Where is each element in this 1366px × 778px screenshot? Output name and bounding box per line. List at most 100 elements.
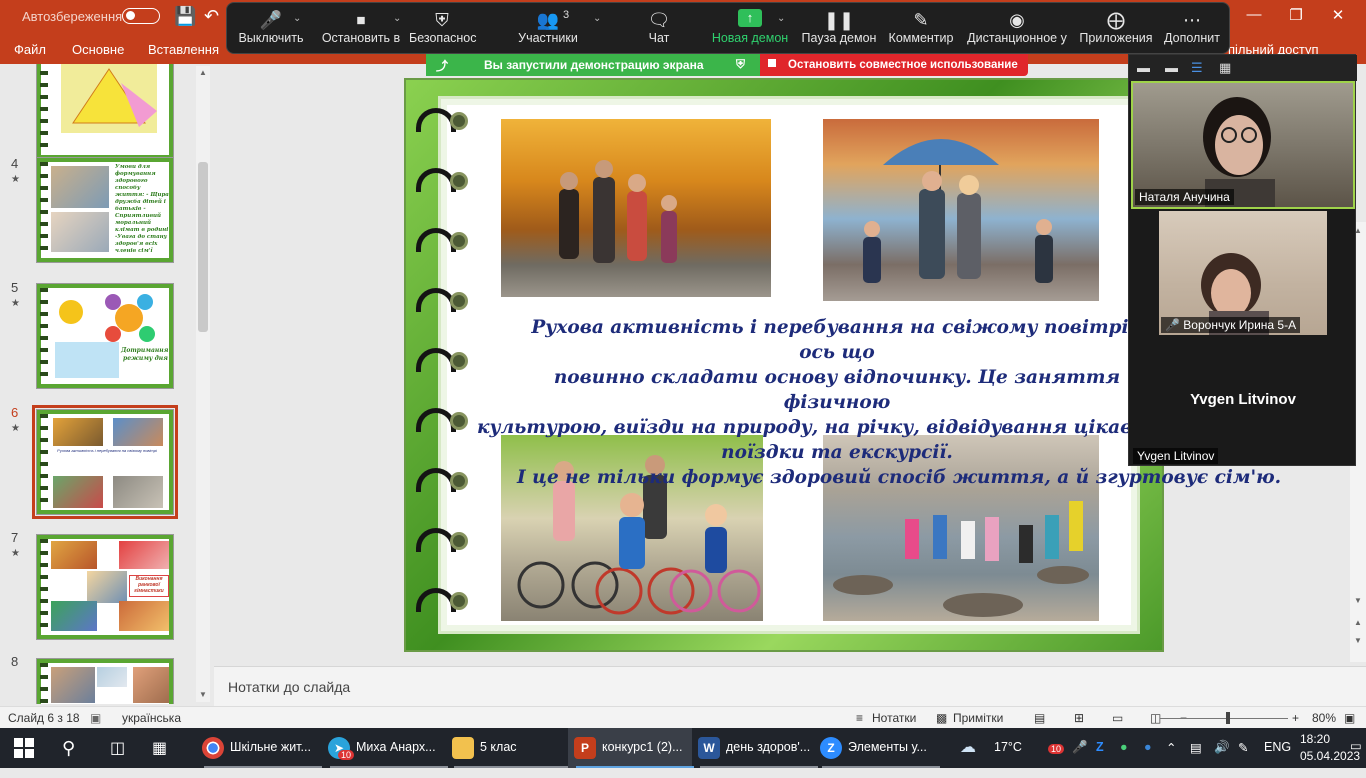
weather-temperature[interactable]: 17°C — [994, 740, 1022, 754]
tab-insert[interactable]: Вставлення — [148, 42, 219, 57]
video-tile-vorontchuk[interactable]: 🎤 Ворончук Ирина 5-А — [1159, 211, 1327, 335]
stop-sharing-button[interactable]: Остановить совместное использование — [760, 54, 1028, 76]
calculator-icon[interactable]: ▦ — [152, 738, 167, 778]
chevron-up-icon[interactable]: ⌃ — [1166, 740, 1176, 755]
taskbar-app-folder[interactable]: 5 клас — [446, 728, 572, 768]
chevron-down-icon[interactable]: ⌄ — [293, 13, 301, 24]
restore-window-icon[interactable]: ❐ — [1276, 6, 1316, 24]
video-tile-natalia[interactable]: Наталя Анучина — [1131, 81, 1355, 209]
comments-button[interactable]: Примітки — [953, 711, 1003, 725]
taskbar-app-powerpoint[interactable]: P конкурс1 (2)... — [568, 728, 694, 768]
photo — [53, 418, 103, 446]
chevron-down-icon[interactable]: ⌄ — [777, 13, 785, 24]
zoom-slider-track[interactable] — [1160, 718, 1288, 719]
search-icon[interactable]: ⚲ — [62, 738, 75, 778]
notes-pane[interactable]: Нотатки до слайда — [214, 666, 1366, 706]
transition-star-icon: ★ — [11, 423, 20, 434]
pen-icon[interactable]: ✎ — [1238, 740, 1248, 755]
save-icon[interactable]: 💾 — [174, 6, 196, 27]
notifications-icon[interactable]: ▭ — [1350, 738, 1362, 753]
taskbar-app-zoom[interactable]: Z Элементы у... — [814, 728, 940, 768]
microphone-tray-icon[interactable]: 🎤 — [1072, 740, 1088, 755]
volume-icon[interactable]: 🔊 — [1214, 740, 1230, 755]
tab-home[interactable]: Основне — [72, 42, 124, 57]
slide-thumbnail-7[interactable]: Виконання ранкової гімнастики — [36, 534, 174, 640]
minimize-window-icon[interactable]: — — [1234, 6, 1274, 23]
clock-time[interactable]: 18:20 — [1300, 732, 1330, 746]
slide-number-active: 6 — [11, 405, 19, 420]
slide-thumbnail-8[interactable] — [36, 658, 174, 704]
zoom-meeting-toolbar: 🎤 Выключить ⌄ ⏹ Остановить в ⌄ ⛨ Безопас… — [226, 2, 1230, 54]
notes-placeholder[interactable]: Нотатки до слайда — [228, 679, 350, 695]
taskbar-app-telegram[interactable]: ➤ 10 Миха Анарх... — [322, 728, 448, 768]
transition-star-icon: ★ — [11, 174, 20, 185]
family-figures — [559, 160, 677, 263]
app-tray-icon[interactable]: ● — [1120, 740, 1128, 754]
thumbnail-text: Виконання ранкової гімнастики — [129, 575, 169, 597]
slide-body-text[interactable]: Рухова активність і перебування на свіжо… — [477, 315, 1281, 490]
tab-file[interactable]: Файл — [14, 42, 46, 57]
pause-icon: ❚❚ — [823, 10, 855, 30]
taskbar-app-chrome[interactable]: Шкільне жит... — [196, 728, 322, 768]
minimize-panel-icon[interactable]: ▬ — [1137, 60, 1150, 75]
speaker-view-icon[interactable]: ☰ — [1191, 60, 1203, 76]
input-language[interactable]: ENG — [1264, 740, 1291, 754]
remote-control-button[interactable]: ◉ Дистанционное у — [965, 3, 1069, 55]
zoom-tray-icon[interactable]: Z — [1096, 740, 1104, 754]
reading-view-icon[interactable]: ▭ — [1112, 711, 1123, 725]
notes-button[interactable]: Нотатки — [872, 711, 916, 725]
chat-tray-icon[interactable]: ● — [1144, 740, 1152, 754]
previous-slide-icon[interactable]: ▲ — [1354, 618, 1362, 627]
autosave-toggle[interactable] — [122, 8, 160, 24]
network-icon[interactable]: ▤ — [1190, 740, 1202, 755]
accessibility-icon[interactable]: ▣ — [90, 711, 101, 725]
fit-to-window-icon[interactable]: ▣ — [1344, 711, 1355, 725]
more-button[interactable]: ⋯ Дополнит — [1159, 3, 1225, 55]
slide-sorter-icon[interactable]: ⊞ — [1074, 711, 1084, 725]
scroll-up-icon[interactable]: ▲ — [199, 68, 207, 77]
slide-thumbnail-3[interactable] — [36, 64, 174, 160]
taskbar-app-word[interactable]: W день здоров'... — [692, 728, 818, 768]
slide-number: 5 — [11, 280, 19, 295]
windows-start-icon[interactable] — [14, 738, 34, 758]
slide-thumbnail-5[interactable]: Дотримання режиму дня — [36, 283, 174, 389]
spiral-ring — [416, 468, 468, 494]
weather-cloud-icon[interactable]: ☁ — [960, 737, 976, 757]
undo-icon[interactable]: ↶ — [204, 6, 219, 27]
zoom-slider-thumb[interactable] — [1226, 712, 1230, 724]
chevron-down-icon[interactable]: ⌄ — [593, 13, 601, 24]
transition-star-icon: ★ — [11, 298, 20, 309]
scroll-down-icon[interactable]: ▼ — [199, 690, 207, 699]
pause-share-button[interactable]: ❚❚ Пауза демон — [797, 3, 881, 55]
thumbnail-view-icon[interactable]: ▬ — [1165, 60, 1178, 75]
thumbnails-scrollbar[interactable]: ▲ ▼ — [196, 66, 210, 702]
video-camera-icon: ⏹ — [356, 10, 366, 30]
language-indicator[interactable]: українська — [122, 711, 181, 725]
normal-view-icon[interactable]: ▤ — [1034, 711, 1045, 725]
participant-name: Наталя Анучина — [1135, 189, 1234, 205]
current-slide[interactable]: Рухова активність і перебування на свіжо… — [404, 78, 1281, 652]
mute-button[interactable]: 🎤 Выключить — [235, 3, 307, 55]
zoom-in-icon[interactable]: + — [1292, 711, 1299, 725]
security-button[interactable]: ⛨ Безопаснос — [409, 3, 477, 55]
participants-button[interactable]: 👥 Участники — [513, 3, 583, 55]
chevron-down-icon[interactable]: ⌄ — [393, 13, 401, 24]
slide-thumbnail-4[interactable]: Умови для формування здорового способу ж… — [36, 157, 174, 263]
gallery-view-icon[interactable]: ▦ — [1219, 60, 1231, 76]
annotate-button[interactable]: ✎ Комментир — [885, 3, 957, 55]
next-slide-icon[interactable]: ▼ — [1354, 636, 1362, 645]
close-window-icon[interactable]: ✕ — [1318, 6, 1358, 24]
slide-thumbnail-6-active[interactable]: Рухова активність і перебування на свіжо… — [32, 405, 178, 519]
comments-icon[interactable]: ▩ — [936, 711, 947, 725]
stop-video-button[interactable]: ⏹ Остановить в — [319, 3, 403, 55]
scroll-down-icon[interactable]: ▼ — [1354, 596, 1362, 605]
screen-sharing-banner[interactable]: ⤴ Вы запустили демонстрацию экрана ⛨ — [426, 54, 760, 76]
chat-button[interactable]: 🗨 Чат — [633, 3, 685, 55]
notes-toggle-icon[interactable]: ≡ — [856, 711, 863, 725]
video-panel-header: ▬ ▬ ☰ ▦ — [1129, 55, 1357, 81]
zoom-level[interactable]: 80% — [1312, 711, 1336, 725]
task-view-icon[interactable]: ◫ — [110, 738, 125, 778]
apps-button[interactable]: ⨁ Приложения — [1079, 3, 1153, 55]
video-tile-yvgen[interactable]: Yvgen Litvinov — [1131, 443, 1237, 465]
new-share-button[interactable]: ↑ Новая демон — [711, 3, 789, 55]
